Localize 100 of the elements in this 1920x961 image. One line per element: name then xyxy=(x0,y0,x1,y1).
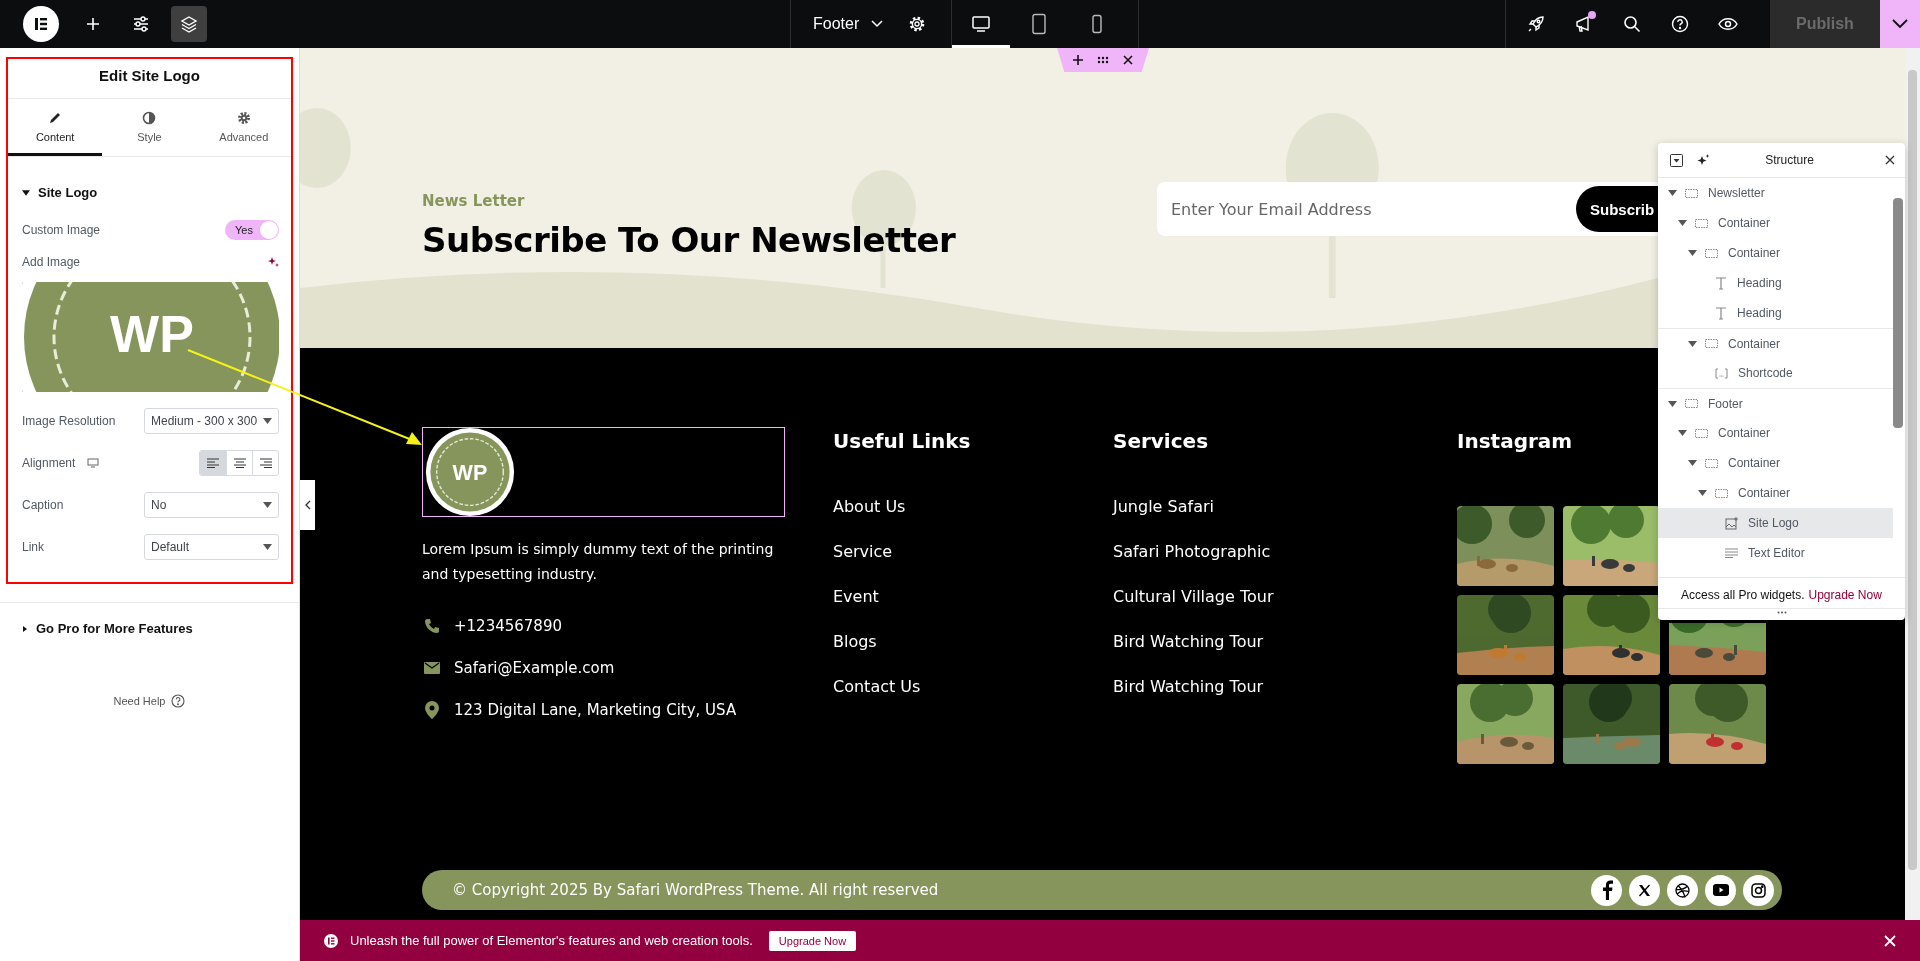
footer-link[interactable]: Blogs xyxy=(833,632,1065,677)
column-heading: Instagram xyxy=(1457,428,1573,455)
align-button[interactable] xyxy=(200,451,226,475)
container-icon xyxy=(1705,458,1718,468)
footer-link[interactable]: About Us xyxy=(833,497,1065,542)
desktop-icon[interactable] xyxy=(87,458,100,468)
panel-tab[interactable]: Style xyxy=(102,99,197,156)
section-toggle[interactable]: Go Pro for More Features xyxy=(0,603,299,650)
caret-icon xyxy=(1688,250,1697,256)
layer-item[interactable]: Container xyxy=(1658,208,1893,238)
footer-link[interactable]: Jungle Safari xyxy=(1113,497,1409,542)
facebook-button[interactable] xyxy=(1591,874,1622,906)
footer-link[interactable]: Event xyxy=(833,587,1065,632)
facebook-icon xyxy=(1600,880,1613,900)
text-lines-icon xyxy=(1725,548,1738,558)
footer-link[interactable]: Safari Photographic xyxy=(1113,542,1409,587)
layer-item[interactable]: Container xyxy=(1658,478,1893,508)
caret-icon xyxy=(1668,400,1677,407)
layers-icon xyxy=(180,15,198,33)
panel-tab[interactable]: Content xyxy=(8,99,103,156)
rocket-icon xyxy=(1527,15,1545,33)
drag-handle-icon[interactable] xyxy=(1097,56,1109,64)
caret-icon xyxy=(263,418,272,424)
layer-item[interactable]: Container xyxy=(1658,418,1893,448)
caret-icon xyxy=(263,502,272,508)
toolbar-button[interactable] xyxy=(171,6,207,42)
layer-item[interactable]: Heading xyxy=(1658,298,1893,328)
footer-link[interactable]: Bird Watching Tour xyxy=(1113,632,1409,677)
footer-link[interactable]: Service xyxy=(833,542,1065,587)
footer-link[interactable]: Bird Watching Tour xyxy=(1113,677,1409,722)
section-toggle[interactable]: Site Logo xyxy=(8,157,112,214)
select-field[interactable]: Medium - 300 x 300 xyxy=(144,408,279,434)
layer-item[interactable]: Site Logo xyxy=(1658,508,1893,538)
tablet-icon xyxy=(1031,13,1048,35)
layer-item[interactable]: Footer xyxy=(1658,388,1893,418)
newsletter-heading: Subscribe To Our Newsletter xyxy=(422,220,957,260)
x-button[interactable] xyxy=(1629,874,1660,906)
close-icon[interactable] xyxy=(1885,155,1895,165)
layer-item[interactable]: Container xyxy=(1658,328,1893,358)
app-logo[interactable] xyxy=(23,6,59,42)
eye-icon xyxy=(1718,17,1738,31)
heading-icon xyxy=(1715,276,1727,290)
settings-icon xyxy=(908,15,927,33)
field-label: Image Resolution xyxy=(22,414,116,428)
chevron-icon xyxy=(304,500,311,510)
logo-text: WP xyxy=(110,305,194,363)
layer-item[interactable]: Container xyxy=(1658,238,1893,268)
sparkle-icon[interactable] xyxy=(267,256,279,268)
container-icon xyxy=(1705,248,1718,258)
youtube-button[interactable] xyxy=(1705,874,1736,906)
layer-item[interactable]: Container xyxy=(1658,448,1893,478)
phone-icon xyxy=(424,618,440,634)
caret-icon xyxy=(1678,430,1687,436)
help-icon xyxy=(1671,15,1689,33)
sliders-icon xyxy=(132,15,150,33)
publish-options-button[interactable] xyxy=(1880,0,1920,48)
container-icon xyxy=(1705,339,1718,348)
upgrade-link[interactable]: Upgrade Now xyxy=(1808,588,1882,602)
contact-text: 123 Digital Lane, Marketing City, USA xyxy=(454,701,737,719)
help-icon[interactable] xyxy=(171,694,186,708)
promo-text: Access all Pro widgets. xyxy=(1681,588,1805,602)
more-icon xyxy=(1776,611,1787,614)
layer-item[interactable]: Shortcode xyxy=(1658,358,1893,388)
column-heading: Useful Links xyxy=(833,428,971,455)
caret-icon xyxy=(263,544,272,550)
layer-item[interactable]: Text Editor xyxy=(1658,538,1893,568)
collapse-handle[interactable] xyxy=(300,480,315,530)
layer-item[interactable]: Heading xyxy=(1658,268,1893,298)
notification-dot xyxy=(1588,11,1596,19)
select-field[interactable]: Default xyxy=(144,534,279,560)
subscribe-button[interactable]: Subscrib xyxy=(1576,186,1658,232)
search-icon xyxy=(1623,15,1641,33)
upgrade-button[interactable]: Upgrade Now xyxy=(768,930,857,951)
document-dropdown[interactable]: Footer xyxy=(807,6,890,42)
map-pin-icon xyxy=(424,701,440,719)
section-eyebrow: News Letter xyxy=(422,192,526,210)
toggle-switch[interactable]: Yes xyxy=(225,220,279,240)
align-center-icon xyxy=(233,458,246,468)
mobile-icon xyxy=(1091,14,1104,34)
dropdown-icon[interactable] xyxy=(1670,153,1683,167)
dribbble-button[interactable] xyxy=(1667,874,1698,906)
image-icon xyxy=(1725,516,1738,530)
close-icon[interactable] xyxy=(1123,55,1133,65)
caret-icon xyxy=(22,189,30,196)
help-link[interactable]: Need Help xyxy=(113,695,166,707)
sparkle-icon[interactable] xyxy=(1697,153,1710,167)
layer-item[interactable]: Newsletter xyxy=(1658,178,1893,208)
instagram-button[interactable] xyxy=(1743,874,1774,906)
footer-link[interactable]: Cultural Village Tour xyxy=(1113,587,1409,632)
plus-icon[interactable] xyxy=(1073,55,1083,65)
email-field[interactable]: Enter Your Email Address Subscrib xyxy=(1157,182,1658,236)
gear-icon xyxy=(236,111,251,125)
desktop-icon xyxy=(971,15,992,33)
footer-link[interactable]: Contact Us xyxy=(833,677,1065,722)
container-icon xyxy=(1685,188,1698,198)
heading-icon xyxy=(1715,306,1727,320)
select-field[interactable]: No xyxy=(144,492,279,518)
envelope-icon xyxy=(424,662,440,674)
panel-tab[interactable]: Advanced xyxy=(196,99,291,156)
scrollbar[interactable] xyxy=(1905,48,1920,920)
